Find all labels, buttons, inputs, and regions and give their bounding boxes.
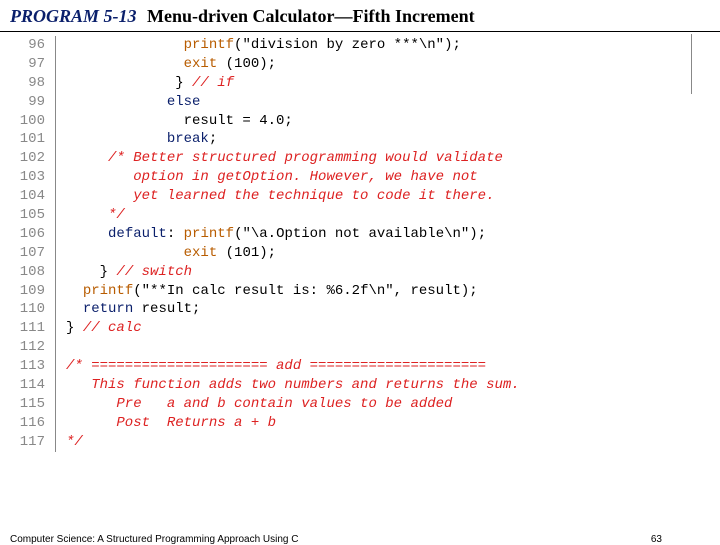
- line-number: 107: [18, 244, 45, 263]
- code-line: exit (101);: [66, 244, 520, 263]
- line-number: 114: [18, 376, 45, 395]
- right-border-fragment: [691, 34, 692, 94]
- line-number: 110: [18, 300, 45, 319]
- line-number: 101: [18, 130, 45, 149]
- code-line: return result;: [66, 300, 520, 319]
- code-line: } // calc: [66, 319, 520, 338]
- program-label: PROGRAM 5-13: [10, 6, 137, 26]
- code-line: Pre a and b contain values to be added: [66, 395, 520, 414]
- line-number: 100: [18, 112, 45, 131]
- code-line: Post Returns a + b: [66, 414, 520, 433]
- line-number: 99: [18, 93, 45, 112]
- line-number: 104: [18, 187, 45, 206]
- code-line: } // switch: [66, 263, 520, 282]
- slide-header: PROGRAM 5-13 Menu-driven Calculator—Fift…: [0, 0, 720, 32]
- code-line: result = 4.0;: [66, 112, 520, 131]
- line-number: 115: [18, 395, 45, 414]
- line-number: 111: [18, 319, 45, 338]
- code-line: /* Better structured programming would v…: [66, 149, 520, 168]
- line-number: 113: [18, 357, 45, 376]
- line-number: 96: [18, 36, 45, 55]
- code-line: [66, 338, 520, 357]
- line-number: 106: [18, 225, 45, 244]
- code-line: } // if: [66, 74, 520, 93]
- program-title: Menu-driven Calculator—Fifth Increment: [147, 6, 475, 26]
- code-line: break;: [66, 130, 520, 149]
- code-body: printf("division by zero ***\n"); exit (…: [66, 36, 520, 452]
- line-number: 109: [18, 282, 45, 301]
- code-line: yet learned the technique to code it the…: [66, 187, 520, 206]
- line-number: 117: [18, 433, 45, 452]
- line-number: 103: [18, 168, 45, 187]
- code-line: printf("**In calc result is: %6.2f\n", r…: [66, 282, 520, 301]
- line-number-gutter: 9697989910010110210310410510610710810911…: [18, 36, 56, 452]
- code-line: This function adds two numbers and retur…: [66, 376, 520, 395]
- line-number: 98: [18, 74, 45, 93]
- line-number: 105: [18, 206, 45, 225]
- code-line: default: printf("\a.Option not available…: [66, 225, 520, 244]
- line-number: 97: [18, 55, 45, 74]
- code-line: */: [66, 433, 520, 452]
- code-listing: 9697989910010110210310410510610710810911…: [0, 32, 720, 452]
- code-line: */: [66, 206, 520, 225]
- code-line: else: [66, 93, 520, 112]
- code-line: exit (100);: [66, 55, 520, 74]
- code-line: option in getOption. However, we have no…: [66, 168, 520, 187]
- line-number: 108: [18, 263, 45, 282]
- code-line: printf("division by zero ***\n");: [66, 36, 520, 55]
- line-number: 112: [18, 338, 45, 357]
- line-number: 116: [18, 414, 45, 433]
- line-number: 102: [18, 149, 45, 168]
- code-line: /* ===================== add ===========…: [66, 357, 520, 376]
